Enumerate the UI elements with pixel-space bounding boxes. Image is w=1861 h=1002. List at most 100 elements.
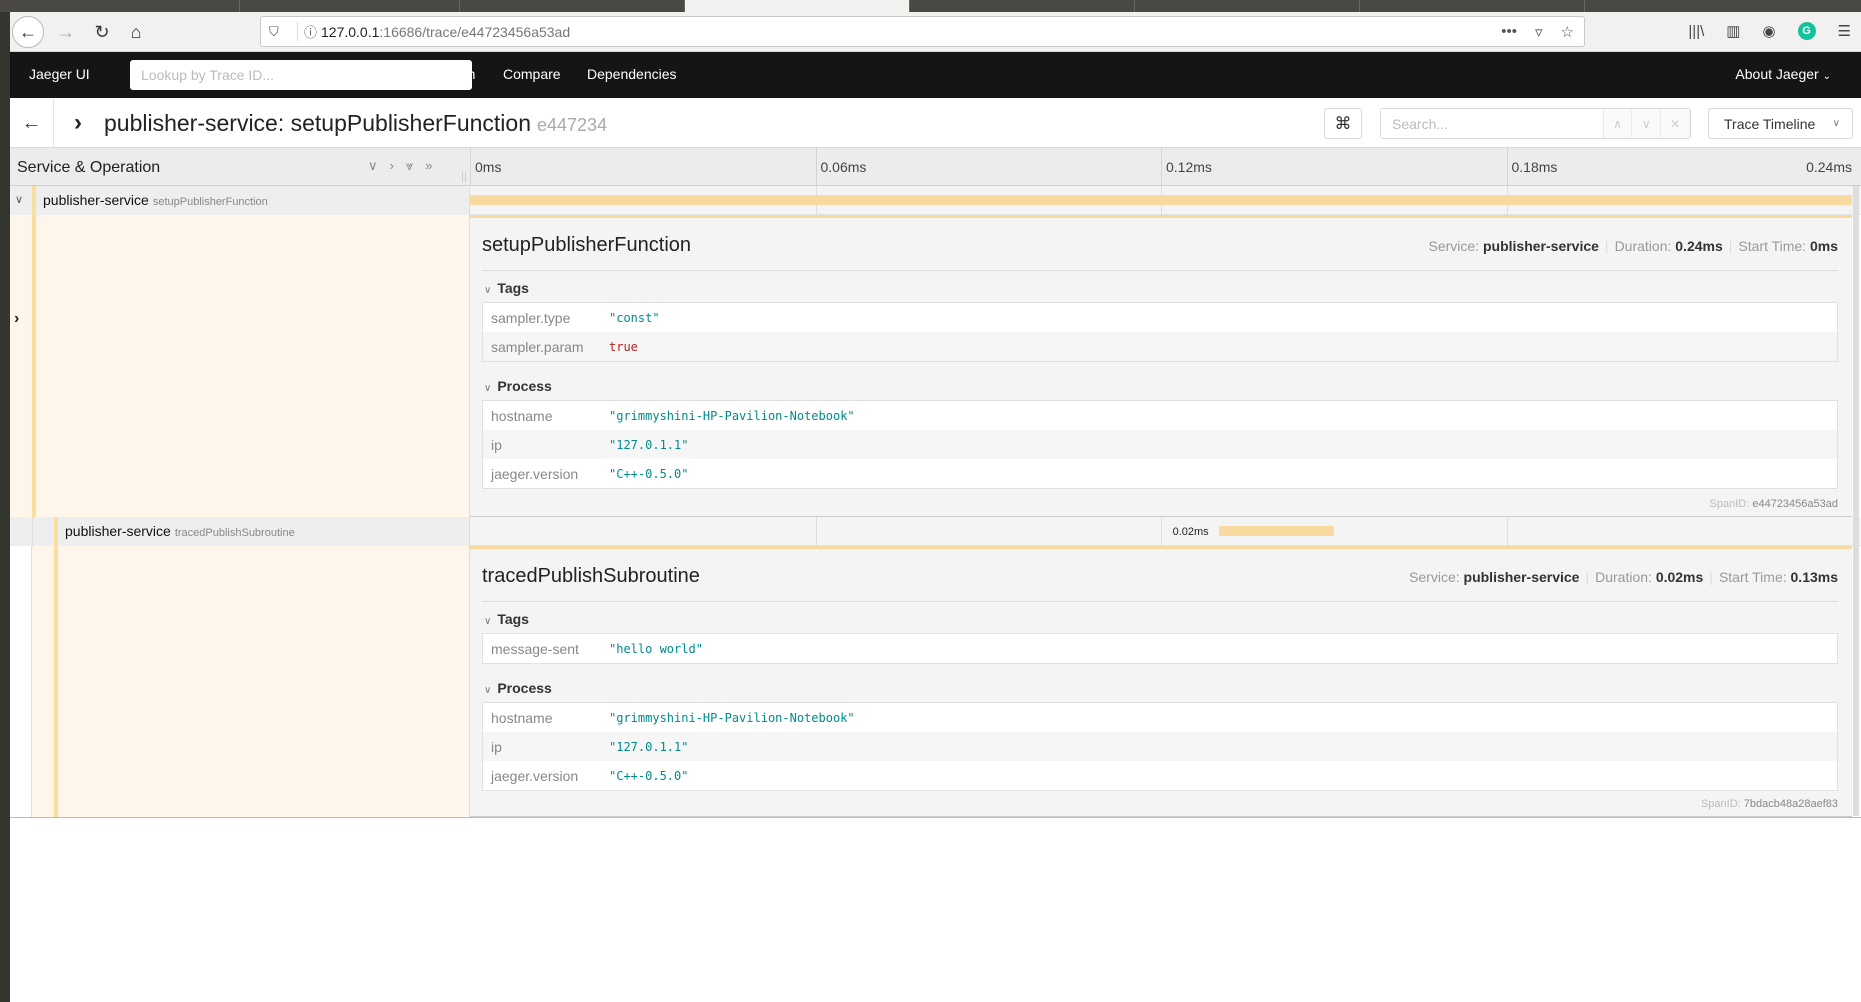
keyboard-shortcuts-button[interactable]: ⌘ (1324, 108, 1362, 139)
trace-title[interactable]: publisher-service: setupPublisherFunctio… (104, 110, 607, 137)
chevron-down-icon[interactable]: ∨ (1632, 109, 1662, 138)
brand-link[interactable]: Jaeger UI (29, 66, 90, 82)
span-row[interactable]: ∨ publisher-service setupPublisherFunction (10, 186, 1861, 215)
tags-table: sampler.type "const" sampler.param true (482, 302, 1838, 362)
nav-search[interactable]: Search (431, 66, 475, 82)
timeline-tick: 0.18ms (1506, 148, 1557, 186)
expand-one-icon[interactable]: › (390, 158, 394, 174)
timeline-tick: 0.06ms (815, 148, 866, 186)
forward-icon[interactable]: → (50, 16, 82, 48)
process-key: jaeger.version (491, 465, 579, 482)
chevron-down-icon: ∨ (484, 383, 492, 394)
process-table: hostname "grimmyshini-HP-Pavilion-Noteboo… (482, 702, 1838, 791)
process-table: hostname "grimmyshini-HP-Pavilion-Noteboo… (482, 400, 1838, 489)
span-detail-panel: tracedPublishSubroutine Service: publishe… (470, 546, 1852, 817)
collapse-all-icon[interactable]: » (425, 158, 432, 174)
meta-start-time: 0ms (1809, 238, 1838, 254)
tag-value: "hello world" (609, 641, 703, 656)
info-icon[interactable]: ⓘ (297, 22, 317, 41)
browser-tab[interactable] (460, 0, 685, 12)
tags-title: Tags (497, 611, 529, 627)
library-icon[interactable]: |||\ (1688, 23, 1704, 40)
process-row: hostname "grimmyshini-HP-Pavilion-Noteboo… (483, 703, 1837, 732)
span-bar[interactable] (470, 195, 1852, 205)
back-icon[interactable]: ← (12, 16, 44, 48)
span-detail-left (10, 215, 470, 517)
span-operation: tracedPublishSubroutine (174, 527, 295, 539)
expand-all-icon[interactable]: ⩔ (406, 158, 413, 174)
trace-id: e447234 (537, 115, 608, 135)
trace-search-input[interactable] (1381, 109, 1604, 138)
chevron-up-icon[interactable]: ∧ (1603, 109, 1633, 138)
browser-tab[interactable] (1360, 0, 1585, 12)
home-icon[interactable]: ⌂ (120, 16, 152, 48)
span-row[interactable]: publisher-service tracedPublishSubroutine… (10, 517, 1861, 546)
sidebar-icon[interactable]: ▥ (1726, 22, 1740, 40)
span-service-name: publisher-service (65, 523, 171, 539)
process-value: "C++-0.5.0" (609, 466, 689, 481)
pocket-icon[interactable]: ▿ (1535, 23, 1543, 41)
trace-id-lookup-input[interactable] (130, 60, 472, 90)
shield-icon[interactable]: ⛉ (269, 24, 287, 40)
meta-label: Service: (1428, 238, 1480, 254)
url-bar[interactable]: ⛉ ⓘ 127.0.0.1 :16686/trace/e44723456a53a… (260, 16, 1585, 47)
process-section-toggle[interactable]: ∨ Process (484, 378, 552, 394)
account-icon[interactable]: ◉ (1762, 22, 1775, 40)
scrollbar[interactable] (1853, 186, 1859, 816)
menu-icon[interactable]: ☰ (1838, 22, 1851, 40)
span-name-cell[interactable]: publisher-service tracedPublishSubroutine (10, 517, 470, 546)
back-arrow-icon[interactable]: ← (10, 98, 54, 148)
url-path: :16686/trace/e44723456a53ad (379, 23, 571, 40)
view-mode-select[interactable]: Trace Timeline ∨ (1708, 108, 1853, 139)
separator: | (1709, 569, 1713, 585)
meta-label: Duration: (1595, 569, 1652, 585)
chevron-right-icon[interactable]: › (14, 310, 19, 328)
span-meta: Service: publisher-service | Duration: 0.0… (1409, 569, 1838, 585)
tags-section-toggle[interactable]: ∨ Tags (484, 280, 529, 296)
browser-tab-active[interactable] (685, 0, 910, 12)
span-lane-bar (32, 186, 36, 215)
tag-row: sampler.param true (483, 332, 1837, 361)
span-operation-title: setupPublisherFunction (482, 234, 692, 256)
span-bar[interactable] (1218, 526, 1334, 536)
process-section-toggle[interactable]: ∨ Process (484, 680, 552, 696)
separator: | (1585, 569, 1590, 585)
reload-icon[interactable]: ↻ (86, 16, 118, 48)
chevron-right-icon[interactable]: › (74, 109, 82, 137)
browser-tab[interactable] (1135, 0, 1360, 12)
span-lane-bar (54, 517, 58, 546)
timeline-tick: 0.24ms (1806, 159, 1852, 175)
more-icon[interactable]: ••• (1501, 23, 1517, 41)
timeline-tick: 0ms (470, 148, 501, 186)
chevron-down-icon[interactable]: ∨ (15, 193, 23, 206)
browser-tab[interactable] (910, 0, 1135, 12)
grammarly-icon[interactable]: G (1797, 22, 1816, 40)
nav-dependencies[interactable]: Dependencies (587, 66, 677, 82)
span-lane-bar (32, 215, 36, 517)
browser-tab[interactable] (10, 0, 240, 12)
span-detail: setupPublisherFunction Service: publisher… (10, 215, 1861, 517)
browser-navbar: ← → ↻ ⌂ ⛉ ⓘ 127.0.0.1 :16686/trace/e4472… (10, 12, 1861, 52)
span-lane-bar (54, 546, 58, 817)
tags-section-toggle[interactable]: ∨ Tags (484, 611, 529, 627)
clear-icon[interactable]: ✕ (1661, 109, 1690, 138)
column-resize-handle[interactable] (462, 172, 466, 182)
separator: | (1728, 238, 1733, 254)
meta-label: Start Time: (1738, 238, 1807, 254)
about-jaeger-menu[interactable]: About Jaeger ⌄ (1735, 66, 1831, 82)
span-detail: tracedPublishSubroutine Service: publishe… (10, 546, 1861, 817)
browser-tab-bar (0, 0, 1861, 12)
meta-service: publisher-service (1463, 569, 1580, 585)
tag-key: message-sent (491, 640, 579, 657)
collapse-one-icon[interactable]: ∨ (368, 158, 378, 174)
tag-key: sampler.type (491, 309, 571, 326)
star-icon[interactable]: ☆ (1561, 23, 1574, 41)
nav-compare[interactable]: Compare (503, 66, 561, 82)
indent-guide (32, 517, 33, 546)
service-operation-label: Service & Operation (17, 159, 161, 176)
chevron-down-icon: ⌄ (1822, 71, 1831, 82)
browser-tab[interactable] (240, 0, 460, 12)
trace-page-header: ← › publisher-service: setupPublisherFun… (10, 98, 1861, 148)
span-name-cell[interactable]: ∨ publisher-service setupPublisherFunction (10, 186, 470, 215)
process-value: "C++-0.5.0" (609, 768, 689, 783)
